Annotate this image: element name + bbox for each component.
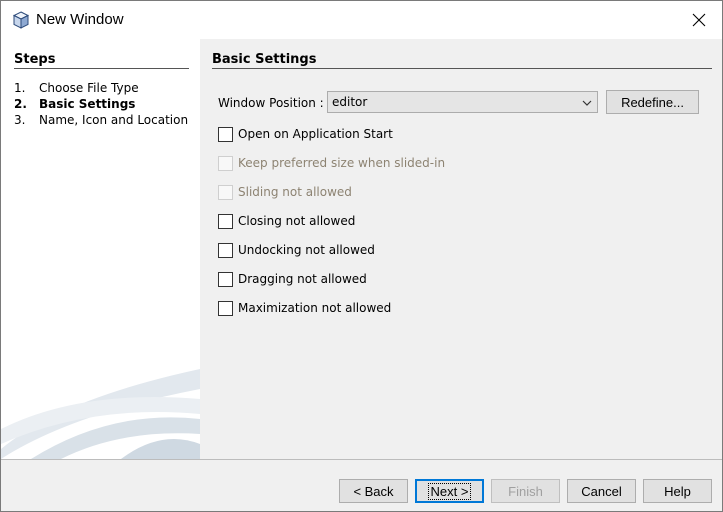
checkbox-label: Undocking not allowed <box>238 243 375 257</box>
cancel-button[interactable]: Cancel <box>567 479 636 503</box>
checkbox-box[interactable] <box>218 300 233 316</box>
steps-title: Steps <box>14 52 189 69</box>
panel-title: Basic Settings <box>212 52 712 69</box>
checkbox-box[interactable] <box>218 126 233 142</box>
button-bar: < Back Next > Finish Cancel Help <box>1 459 722 511</box>
checkbox-label: Open on Application Start <box>238 127 393 141</box>
back-button[interactable]: < Back <box>339 479 408 503</box>
steps-list: 1. Choose File Type 2. Basic Settings 3. Na… <box>14 80 188 128</box>
checkbox-label: Maximization not allowed <box>238 301 392 315</box>
window-position-value: editor <box>332 95 368 109</box>
redefine-button[interactable]: Redefine... <box>606 90 699 114</box>
step-number: 1. <box>14 81 26 95</box>
checkbox-label: Sliding not allowed <box>238 185 352 199</box>
step-label: Basic Settings <box>39 97 136 111</box>
close-button[interactable] <box>676 1 722 39</box>
keep-preferred-size-checkbox: Keep preferred size when slided-in <box>218 154 445 172</box>
steps-panel: Steps 1. Choose File Type 2. Basic Setting… <box>1 39 200 459</box>
dragging-not-allowed-checkbox[interactable]: Dragging not allowed <box>218 270 367 288</box>
checkbox-box[interactable] <box>218 242 233 258</box>
next-button[interactable]: Next > <box>415 479 484 503</box>
step-label: Choose File Type <box>39 81 139 95</box>
window-title: New Window <box>36 11 124 28</box>
title-bar[interactable]: New Window <box>1 1 722 39</box>
checkbox-label: Dragging not allowed <box>238 272 367 286</box>
chevron-down-icon <box>582 100 592 106</box>
step-label: Name, Icon and Location <box>39 113 189 127</box>
closing-not-allowed-checkbox[interactable]: Closing not allowed <box>218 212 355 230</box>
new-window-dialog: New Window Steps 1. Choose File Type 2. Ba… <box>0 0 723 512</box>
window-position-select[interactable]: editor <box>327 91 598 113</box>
next-button-label: Next > <box>427 482 472 500</box>
maximization-not-allowed-checkbox[interactable]: Maximization not allowed <box>218 299 391 317</box>
step-item: 3. Name, Icon and Location <box>14 112 188 128</box>
help-button[interactable]: Help <box>643 479 712 503</box>
checkbox-box[interactable] <box>218 271 233 287</box>
window-position-label: Window Position : <box>218 96 324 110</box>
open-on-start-checkbox[interactable]: Open on Application Start <box>218 125 393 143</box>
finish-button: Finish <box>491 479 560 503</box>
close-icon <box>692 13 706 27</box>
checkbox-box <box>218 184 233 200</box>
checkbox-label: Closing not allowed <box>238 214 356 228</box>
cube-icon <box>12 11 30 29</box>
checkbox-label: Keep preferred size when slided-in <box>238 156 446 170</box>
checkbox-box <box>218 155 233 171</box>
basic-settings-panel: Basic Settings Window Position : editor … <box>200 39 722 459</box>
step-item: 1. Choose File Type <box>14 80 188 96</box>
step-number: 2. <box>14 97 27 111</box>
decorative-swoosh <box>1 369 200 459</box>
step-item-current: 2. Basic Settings <box>14 96 188 112</box>
step-number: 3. <box>14 113 26 127</box>
checkbox-box[interactable] <box>218 213 233 229</box>
sliding-not-allowed-checkbox: Sliding not allowed <box>218 183 352 201</box>
undocking-not-allowed-checkbox[interactable]: Undocking not allowed <box>218 241 375 259</box>
